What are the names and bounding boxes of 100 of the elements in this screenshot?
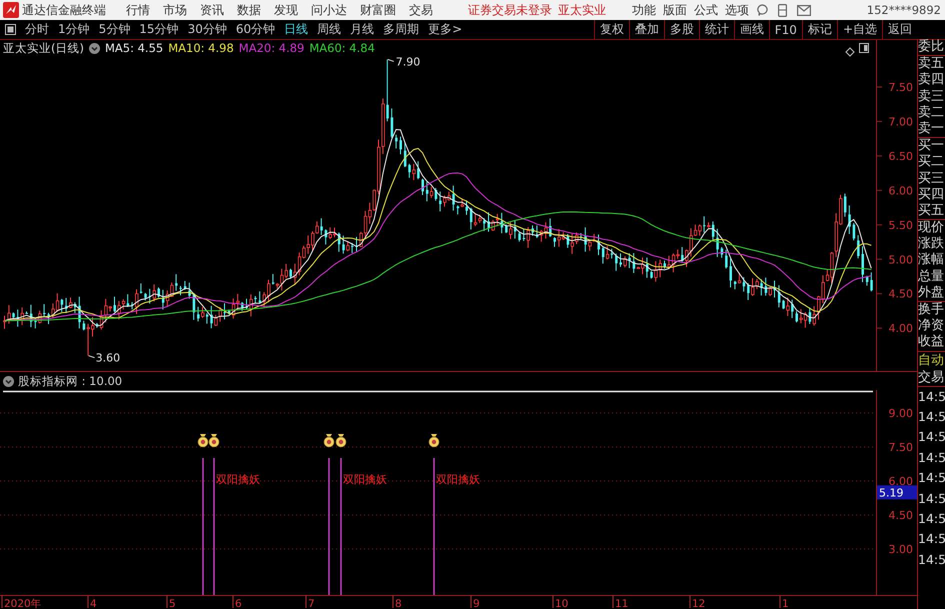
menu-item[interactable]: 行情 <box>126 2 150 18</box>
indicator-title: 股标指标网 : 10.00 <box>18 374 122 388</box>
period-tab[interactable]: 1分钟 <box>58 21 90 38</box>
time-axis-label: 8 <box>395 598 402 609</box>
leader-line <box>88 355 96 358</box>
period-tab[interactable]: 多周期 <box>383 21 420 38</box>
price-tick: 5.50 <box>888 218 913 232</box>
tool-button[interactable]: 画线 <box>734 20 769 39</box>
trade-time: 14:5 <box>918 510 945 528</box>
logo-icon[interactable] <box>3 2 19 18</box>
indicator-tick: 4.50 <box>888 509 913 522</box>
money-bag-icon <box>336 434 346 448</box>
tool-button[interactable]: +自选 <box>836 20 882 39</box>
price-tick: 6.50 <box>888 150 913 163</box>
login-notice[interactable]: 证券交易未登录 <box>468 2 552 18</box>
stock-link[interactable]: 亚太实业 <box>558 2 606 18</box>
quote-label: 卖三 <box>918 88 945 105</box>
menu-item[interactable]: 市场 <box>163 2 187 18</box>
tool-button[interactable]: 统计 <box>698 20 734 39</box>
quote-label: 现价 <box>918 220 945 236</box>
signal-label: 双阳擒妖 <box>436 473 480 486</box>
quote-label: 涨跌 <box>918 236 945 252</box>
indicator-tick: 6.00 <box>888 475 913 488</box>
trade-time: 14:5 <box>918 428 945 446</box>
tool-button[interactable]: 复权 <box>594 20 629 39</box>
bubble-icon[interactable] <box>756 4 768 16</box>
chart-title: 亚太实业(日线) <box>3 40 84 56</box>
quote-label: 卖二 <box>918 104 945 121</box>
time-axis-label: 6 <box>235 598 242 609</box>
time-axis-label: 7 <box>308 598 315 609</box>
time-axis-label: 5 <box>169 598 176 609</box>
trade-time: 14:5 <box>918 448 945 467</box>
period-tab[interactable]: 60分钟 <box>236 21 276 38</box>
mail-icon[interactable] <box>797 4 811 16</box>
menu-item[interactable]: 选项 <box>725 2 749 18</box>
indicator-tick: 7.50 <box>888 441 913 454</box>
tool-button[interactable]: 标记 <box>802 20 837 39</box>
period-tab[interactable]: 5分钟 <box>98 21 130 38</box>
menu-item[interactable]: 财富圈 <box>360 2 396 18</box>
menu-item[interactable]: 功能 <box>632 2 656 18</box>
time-axis-label: 1 <box>782 598 789 609</box>
price-tick: 5.00 <box>888 253 913 266</box>
tool-button[interactable]: 多股 <box>664 20 699 39</box>
trade-time: 14:5 <box>918 530 945 548</box>
device-icon[interactable] <box>778 4 787 16</box>
period-tab[interactable]: 周线 <box>317 21 342 38</box>
trade-time: 14:5 <box>918 469 945 488</box>
quote-label: 收益 <box>918 334 945 351</box>
period-tab[interactable]: 月线 <box>350 21 374 38</box>
menu-item[interactable]: 版面 <box>663 2 687 18</box>
tool-button[interactable]: 叠加 <box>628 20 664 39</box>
price-tick: 7.00 <box>888 115 913 128</box>
price-tick: 7.50 <box>888 81 913 94</box>
menu-item[interactable]: 资讯 <box>200 2 224 18</box>
money-bag-icon <box>324 434 334 448</box>
trade-time: 14:5 <box>918 490 945 508</box>
high-price-label: 7.90 <box>396 55 420 68</box>
menu-item[interactable]: 问小达 <box>311 2 347 18</box>
collapse-icon[interactable] <box>88 42 100 54</box>
trade-time: 14:5 <box>918 550 945 569</box>
quote-label: 涨幅 <box>918 252 945 269</box>
menu-item[interactable]: 数据 <box>237 2 261 18</box>
panel-toggle-icon[interactable] <box>859 43 869 53</box>
auto-tab[interactable]: 自动 <box>918 352 945 369</box>
period-tab[interactable]: 15分钟 <box>139 21 179 38</box>
period-tab[interactable]: 分时 <box>25 21 49 38</box>
panel-icon[interactable] <box>5 24 16 35</box>
time-axis-label: 2020年 <box>4 598 42 609</box>
signal-label: 双阳擒妖 <box>216 473 260 486</box>
menu-item[interactable]: 交易 <box>409 2 433 18</box>
low-price-label: 3.60 <box>96 352 120 365</box>
quote-label: 外盘 <box>918 284 945 301</box>
menu-item[interactable]: 公式 <box>694 2 718 18</box>
period-tab[interactable]: 日线 <box>284 21 308 38</box>
quote-label: 买一 <box>918 138 945 154</box>
diamond-icon[interactable] <box>845 47 855 57</box>
account-number[interactable]: 152****9892 <box>866 3 941 17</box>
trade-time: 14:5 <box>918 408 945 426</box>
time-axis-label: 10 <box>555 598 568 609</box>
tool-button[interactable]: 返回 <box>882 20 917 39</box>
signal-label: 双阳擒妖 <box>343 473 387 486</box>
trade-heading: 交易 <box>918 368 945 387</box>
period-tab[interactable]: 更多> <box>428 21 462 38</box>
leader-line <box>387 58 394 62</box>
quote-label: 卖五 <box>918 56 945 72</box>
price-tick: 6.00 <box>888 184 913 198</box>
time-axis-label: 11 <box>615 598 628 609</box>
price-tick: 4.00 <box>888 322 913 336</box>
quote-label: 委比 <box>918 39 945 56</box>
quote-label: 换手 <box>918 302 945 318</box>
quote-label: 买四 <box>918 186 945 203</box>
collapse-icon[interactable] <box>3 376 14 386</box>
price-tick: 4.50 <box>888 288 913 301</box>
money-bag-icon <box>428 434 440 448</box>
ma-legend: MA20: 4.89 <box>238 41 304 55</box>
money-bag-icon <box>208 434 220 448</box>
indicator-tick: 9.00 <box>888 407 913 420</box>
period-tab[interactable]: 30分钟 <box>188 21 227 38</box>
tool-button[interactable]: F10 <box>768 20 802 39</box>
menu-item[interactable]: 发现 <box>274 2 298 18</box>
